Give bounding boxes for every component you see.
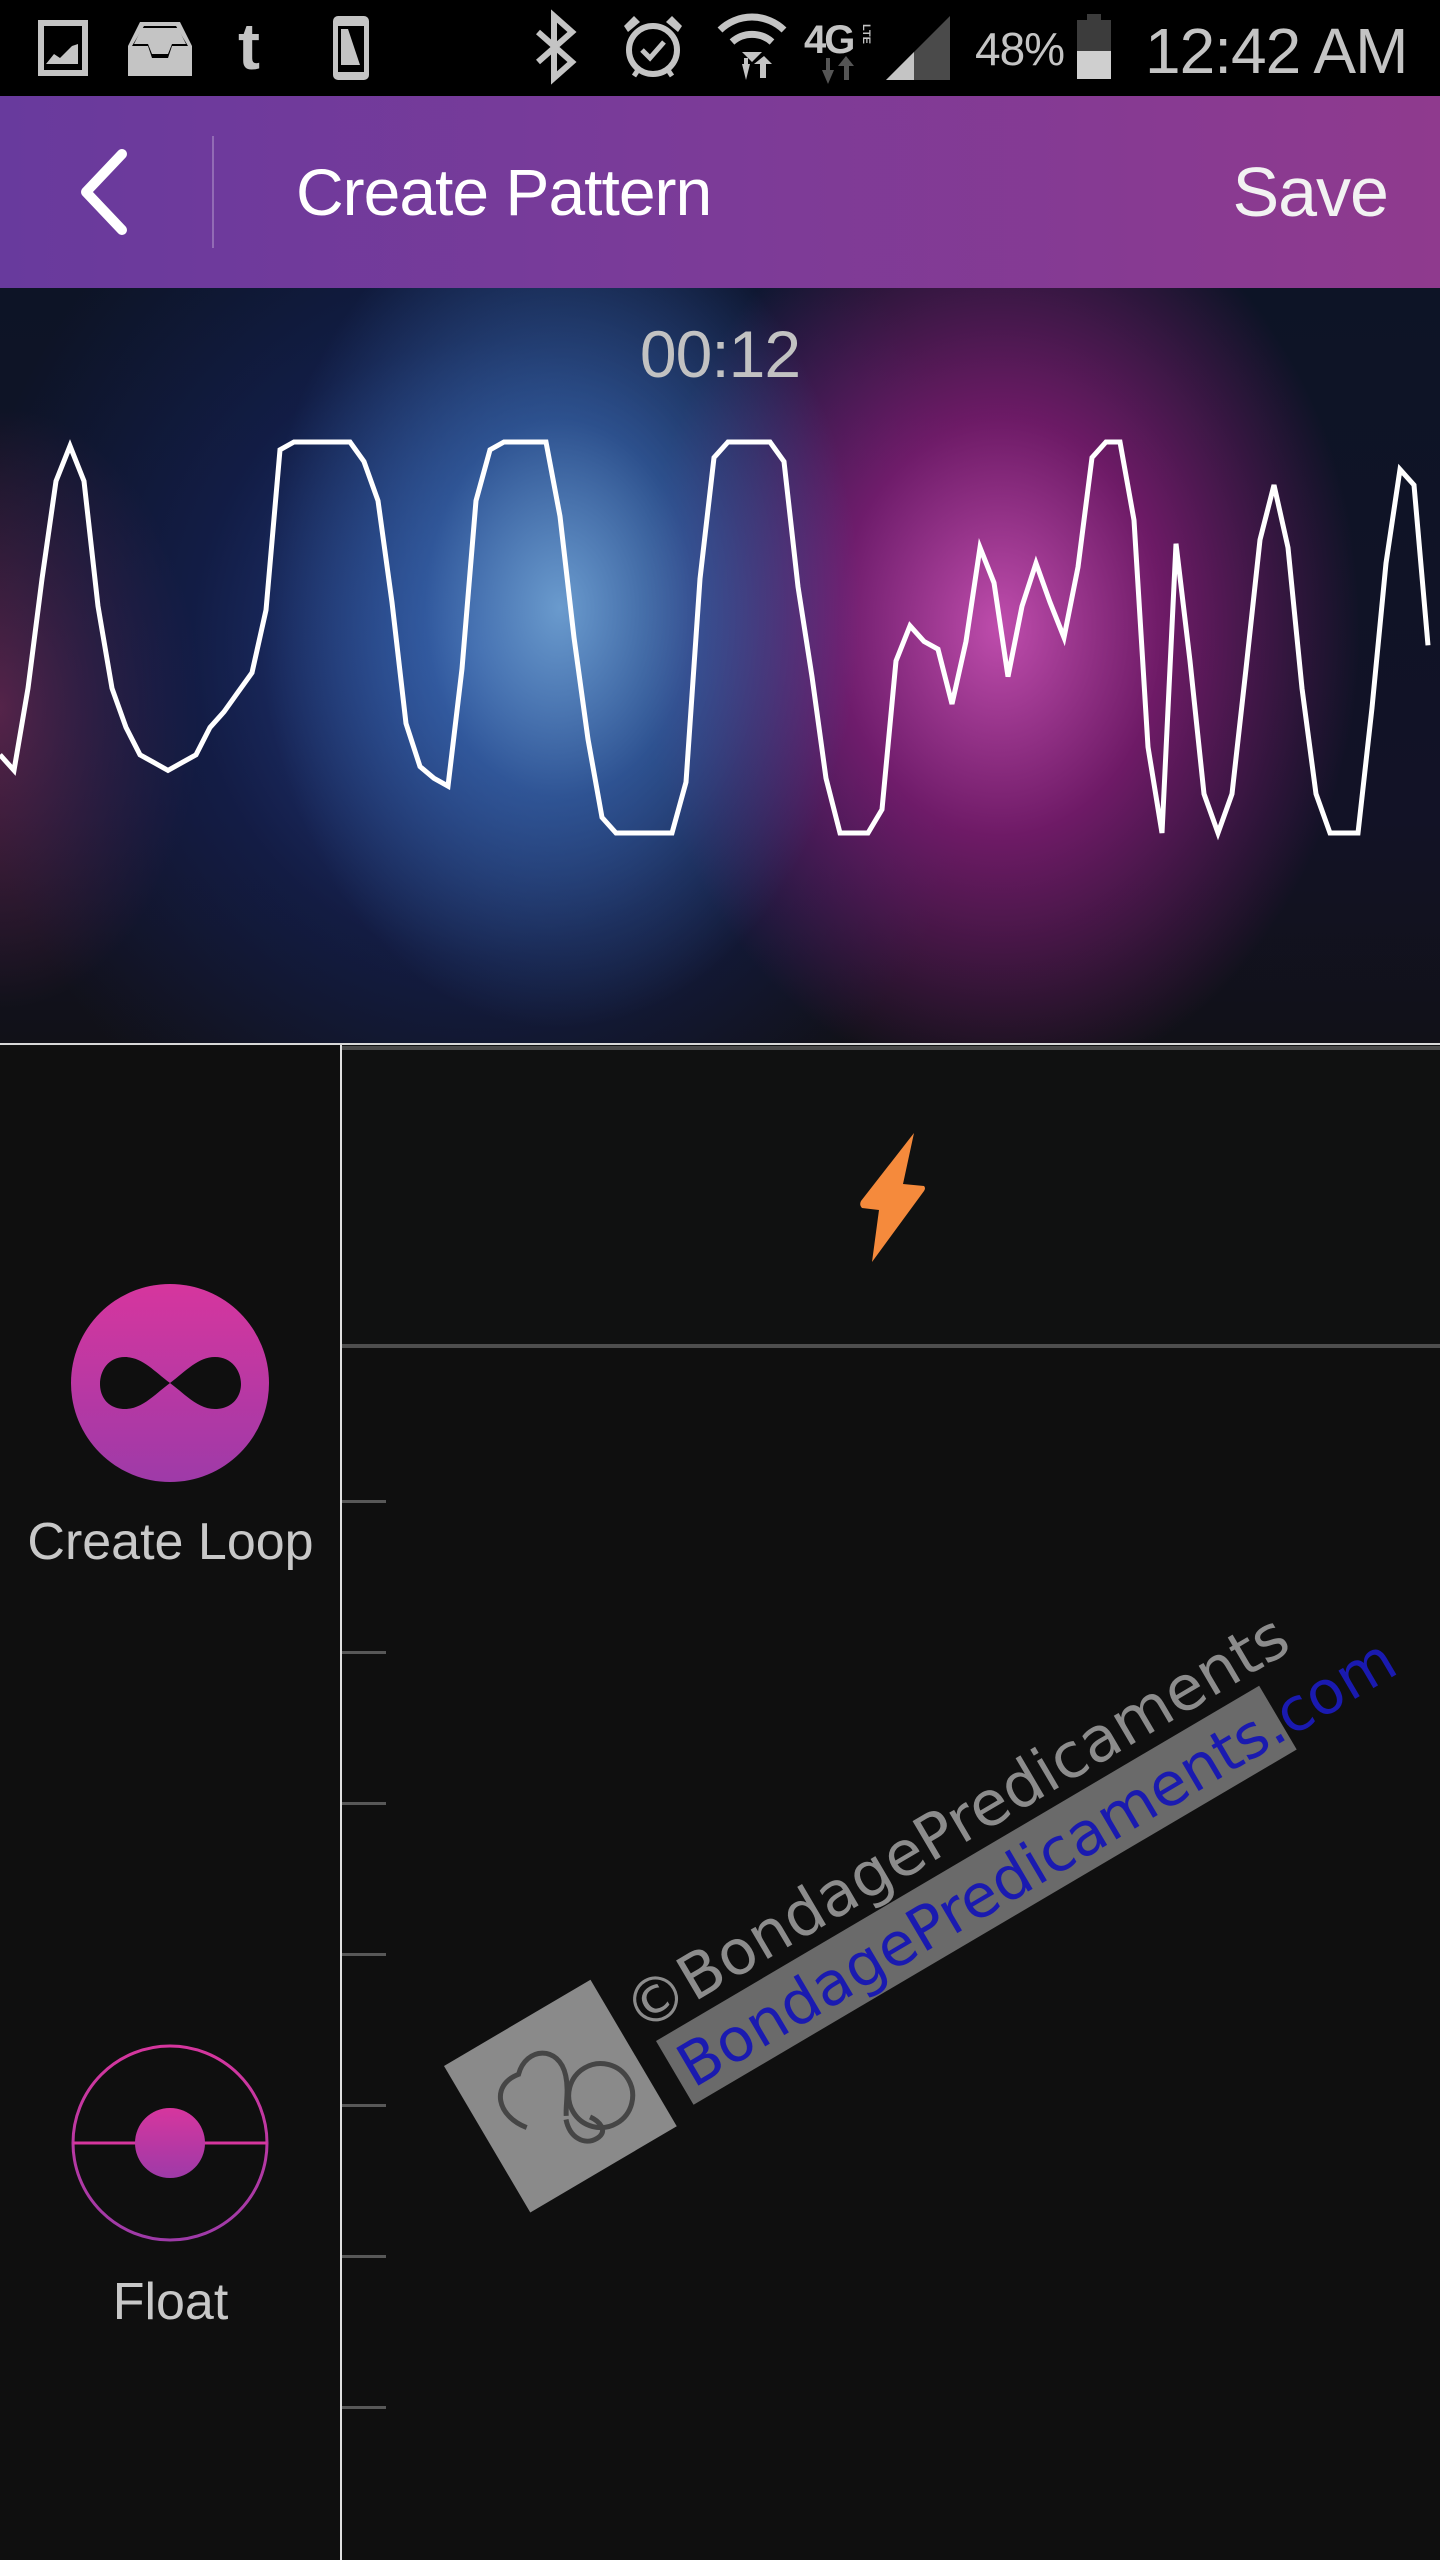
pattern-waveform-panel[interactable]: 00:12 xyxy=(0,288,1440,1044)
boost-area[interactable] xyxy=(342,1045,1440,1345)
battery-icon xyxy=(1077,14,1111,79)
phone-rotate-icon xyxy=(333,16,369,80)
signal-icon xyxy=(886,16,950,80)
bluetooth-icon xyxy=(536,9,577,85)
infinity-icon xyxy=(71,1284,269,1482)
battery-percent: 48% xyxy=(975,23,1065,75)
intensity-tick xyxy=(342,2255,386,2258)
app-header: Create Pattern Save xyxy=(0,96,1440,288)
float-label: Float xyxy=(112,2273,229,2331)
tumblr-icon: t xyxy=(238,9,260,83)
waveform-line xyxy=(0,439,1431,841)
lightning-bolt-icon xyxy=(860,1133,925,1262)
intensity-tick xyxy=(342,1651,386,1654)
intensity-tick xyxy=(342,1500,386,1503)
network-sub-label: LTE xyxy=(860,24,872,44)
gallery-icon xyxy=(38,20,88,76)
boost-bottom-border xyxy=(342,1344,1440,1348)
save-button[interactable]: Save xyxy=(1232,152,1389,232)
intensity-tick xyxy=(342,1953,386,1956)
alarm-icon xyxy=(624,16,682,78)
intensity-tick xyxy=(342,1802,386,1805)
inbox-icon xyxy=(128,22,192,76)
float-button[interactable] xyxy=(70,2043,270,2243)
wifi-icon xyxy=(717,13,787,80)
chevron-left-icon xyxy=(81,149,127,235)
create-loop-button[interactable] xyxy=(70,1283,270,1483)
intensity-tick xyxy=(342,2104,386,2107)
back-button[interactable] xyxy=(60,136,160,248)
boost-top-border xyxy=(342,1046,1440,1050)
intensity-tick xyxy=(342,2406,386,2409)
status-bar: t 4G LTE 48% 12:42 AM xyxy=(0,0,1440,96)
waveform-graph xyxy=(0,439,1431,841)
header-divider xyxy=(212,136,214,248)
page-title: Create Pattern xyxy=(296,155,712,229)
mode-panel xyxy=(0,1045,341,2560)
create-loop-label: Create Loop xyxy=(27,1513,314,1571)
4g-lte-icon: 4G LTE xyxy=(804,18,880,84)
clock: 12:42 AM xyxy=(1145,15,1408,87)
float-target-icon xyxy=(71,2044,269,2242)
